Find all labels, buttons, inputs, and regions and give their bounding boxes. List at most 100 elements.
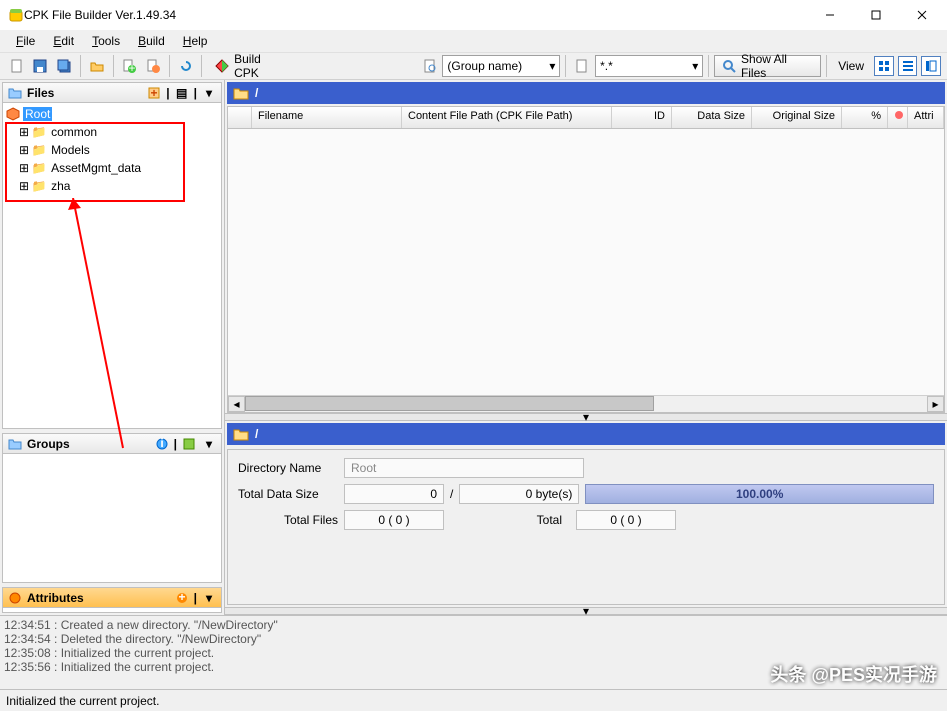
- tree-item[interactable]: ⊞📁AssetMgmt_data: [5, 159, 219, 177]
- filter-value: *.*: [600, 59, 613, 73]
- col-filename[interactable]: Filename: [252, 107, 402, 128]
- splitter-collapser[interactable]: ▾: [225, 413, 947, 421]
- log-line: 12:34:51 : Created a new directory. "/Ne…: [4, 618, 943, 632]
- grid-header: Filename Content File Path (CPK File Pat…: [228, 107, 944, 129]
- tree-label: AssetMgmt_data: [49, 161, 143, 175]
- diamond-icon: [214, 58, 230, 74]
- tds-separator: /: [450, 487, 453, 501]
- minimize-button[interactable]: [807, 0, 853, 30]
- dropdown-icon[interactable]: ▾: [201, 590, 217, 606]
- refresh-icon[interactable]: [175, 55, 197, 77]
- scroll-left-icon[interactable]: ◂: [228, 396, 245, 412]
- col-icon[interactable]: [228, 107, 252, 128]
- groups-panel-header: Groups i | ▾: [3, 434, 221, 454]
- svg-text:+: +: [129, 61, 136, 73]
- info-icon[interactable]: i: [154, 436, 170, 452]
- toolbar-divider: [826, 55, 827, 77]
- build-cpk-button[interactable]: Build CPK: [207, 55, 294, 77]
- build-cpk-label: Build CPK: [234, 52, 288, 80]
- view-mode-1-button[interactable]: [874, 56, 894, 76]
- files-tree[interactable]: Root ⊞📁common ⊞📁Models ⊞📁AssetMgmt_data …: [3, 103, 221, 428]
- scroll-thumb[interactable]: [245, 396, 654, 411]
- page-plus-icon[interactable]: +: [119, 55, 141, 77]
- progress-text: 100.00%: [736, 487, 783, 501]
- filter-combo[interactable]: *.* ▾: [595, 55, 703, 77]
- maximize-button[interactable]: [853, 0, 899, 30]
- menu-help[interactable]: Help: [175, 32, 216, 50]
- group-name-combo[interactable]: (Group name) ▾: [442, 55, 560, 77]
- menu-edit[interactable]: Edit: [45, 32, 82, 50]
- tree-label: Models: [49, 143, 92, 157]
- show-all-label: Show All Files: [741, 52, 814, 80]
- scroll-track[interactable]: [245, 396, 927, 412]
- files-panel: Files + | ▤ | ▾ Root ⊞📁common ⊞📁Models ⊞…: [2, 82, 222, 429]
- folder-closed-icon: 📁: [31, 142, 47, 158]
- horizontal-scrollbar[interactable]: ◂ ▸: [228, 395, 944, 412]
- toolbar-divider: [708, 55, 709, 77]
- path-text: /: [255, 427, 258, 441]
- toolbar: + Build CPK (Group name) ▾ *.* ▾ Show Al…: [0, 52, 947, 80]
- new-icon[interactable]: [6, 55, 28, 77]
- col-attr[interactable]: Attri: [908, 107, 944, 128]
- col-id[interactable]: ID: [612, 107, 672, 128]
- col-content-path[interactable]: Content File Path (CPK File Path): [402, 107, 612, 128]
- close-button[interactable]: [899, 0, 945, 30]
- page-refresh-icon[interactable]: [142, 55, 164, 77]
- dropdown-icon[interactable]: ▾: [201, 436, 217, 452]
- attributes-panel-header[interactable]: Attributes + | ▾: [3, 588, 221, 608]
- save-all-icon[interactable]: [53, 55, 75, 77]
- expand-icon[interactable]: ⊞: [19, 143, 29, 157]
- annotation-arrow: [53, 198, 133, 458]
- menu-tools[interactable]: Tools: [84, 32, 128, 50]
- tree-root[interactable]: Root: [5, 105, 219, 123]
- toolbar-divider: [80, 55, 81, 77]
- search-page-icon[interactable]: [419, 55, 441, 77]
- menu-file[interactable]: File: [8, 32, 43, 50]
- col-status-icon[interactable]: [888, 107, 908, 128]
- window-title: CPK File Builder Ver.1.49.34: [24, 8, 807, 22]
- menu-build[interactable]: Build: [130, 32, 173, 50]
- view-mode-3-button[interactable]: [921, 56, 941, 76]
- splitter-collapser-2[interactable]: ▾: [225, 607, 947, 615]
- total-data-size-b: 0 byte(s): [459, 484, 579, 504]
- right-column: / Filename Content File Path (CPK File P…: [225, 80, 947, 615]
- tree-label: zha: [49, 179, 72, 193]
- list-icon[interactable]: ▤: [174, 85, 190, 101]
- tree-item[interactable]: ⊞📁common: [5, 123, 219, 141]
- search-icon: [721, 58, 737, 74]
- total-files-value: 0 ( 0 ): [344, 510, 444, 530]
- groups-body[interactable]: [3, 454, 221, 582]
- grid-body[interactable]: [228, 129, 944, 395]
- tree-item[interactable]: ⊞📁zha: [5, 177, 219, 195]
- view-mode-2-button[interactable]: [898, 56, 918, 76]
- log-line: 12:35:08 : Initialized the current proje…: [4, 646, 943, 660]
- left-column: Files + | ▤ | ▾ Root ⊞📁common ⊞📁Models ⊞…: [0, 80, 225, 615]
- tree-item[interactable]: ⊞📁Models: [5, 141, 219, 159]
- col-data-size[interactable]: Data Size: [672, 107, 752, 128]
- path-bar-top: /: [227, 82, 945, 104]
- add-attr-icon[interactable]: +: [174, 590, 190, 606]
- folder-open-icon[interactable]: [86, 55, 108, 77]
- title-bar: CPK File Builder Ver.1.49.34: [0, 0, 947, 30]
- add-icon[interactable]: +: [146, 85, 162, 101]
- expand-icon[interactable]: ⊞: [19, 125, 29, 139]
- dropdown-icon[interactable]: ▾: [201, 85, 217, 101]
- col-percent[interactable]: %: [842, 107, 888, 128]
- folder-closed-icon: 📁: [31, 178, 47, 194]
- chevron-down-icon: ▾: [692, 59, 698, 73]
- groups-panel-title: Groups: [27, 437, 70, 451]
- scroll-right-icon[interactable]: ▸: [927, 396, 944, 412]
- folder-open-icon: [233, 426, 249, 442]
- save-icon[interactable]: [30, 55, 52, 77]
- add-group-icon[interactable]: [181, 436, 197, 452]
- log-panel[interactable]: 12:34:51 : Created a new directory. "/Ne…: [0, 615, 947, 689]
- detail-panel: Directory Name Root Total Data Size 0 / …: [227, 449, 945, 605]
- filter-page-icon[interactable]: [571, 55, 593, 77]
- show-all-files-button[interactable]: Show All Files: [714, 55, 821, 77]
- expand-icon[interactable]: ⊞: [19, 179, 29, 193]
- col-orig-size[interactable]: Original Size: [752, 107, 842, 128]
- toolbar-divider: [113, 55, 114, 77]
- expand-icon[interactable]: ⊞: [19, 161, 29, 175]
- folder-closed-icon: 📁: [31, 160, 47, 176]
- folder-open-icon: [233, 85, 249, 101]
